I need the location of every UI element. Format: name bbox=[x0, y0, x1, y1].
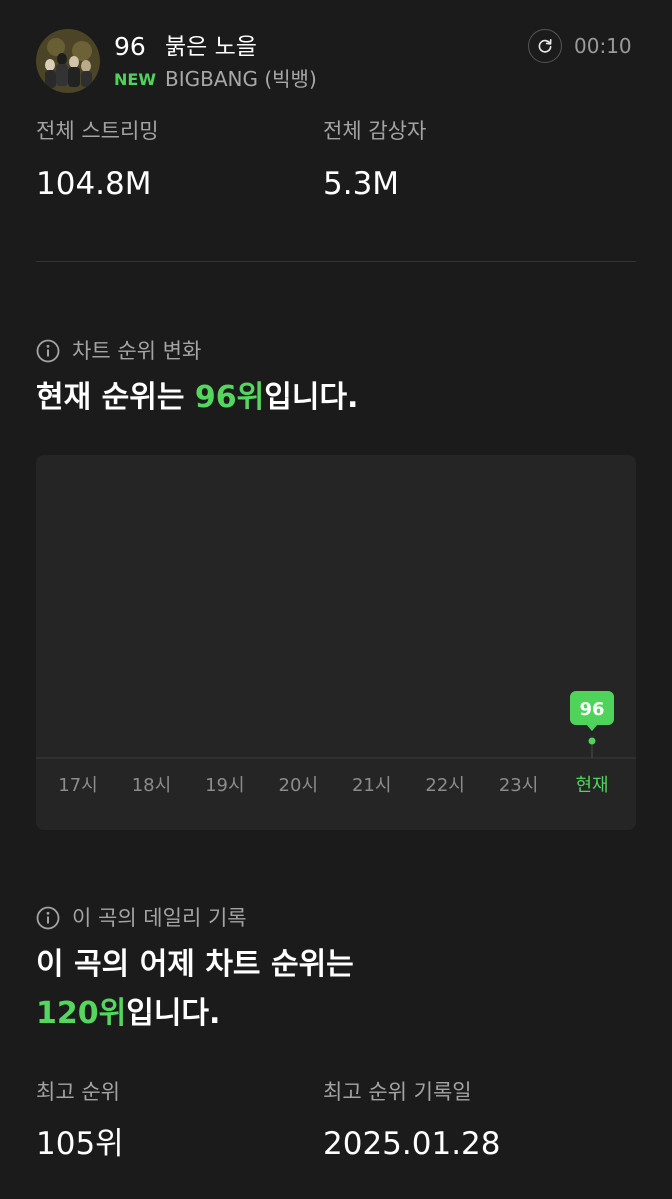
total-listeners-label: 전체 감상자 bbox=[323, 119, 427, 143]
refresh-button[interactable] bbox=[528, 29, 562, 63]
data-point bbox=[588, 737, 596, 745]
best-rank-value: 105위 bbox=[36, 1126, 124, 1162]
headline-prefix: 현재 순위는 bbox=[36, 380, 195, 415]
total-listeners-value: 5.3M bbox=[323, 166, 400, 202]
yesterday-rank-highlight: 120위 bbox=[36, 996, 127, 1031]
x-tick: 17시 bbox=[58, 775, 97, 796]
total-streams-label: 전체 스트리밍 bbox=[36, 119, 159, 143]
chart-detail-page: 96 붉은 노을 NEW BIGBANG (빅뱅) 00:10 전체 스트리밍 … bbox=[0, 0, 672, 1199]
album-cover-image bbox=[36, 29, 100, 93]
current-rank-headline: 현재 순위는 96위입니다. bbox=[36, 376, 358, 420]
refresh-timer: 00:10 bbox=[574, 34, 632, 58]
refresh-icon bbox=[538, 39, 552, 53]
divider bbox=[36, 261, 636, 262]
x-tick: 18시 bbox=[132, 775, 171, 796]
x-tick-current: 현재 bbox=[575, 775, 608, 796]
best-rank-date-label: 최고 순위 기록일 bbox=[323, 1080, 472, 1104]
info-icon[interactable] bbox=[36, 339, 60, 363]
rank-chart: 17시 18시 19시 20시 21시 22시 23시 현재 96 bbox=[36, 455, 636, 830]
best-rank-label: 최고 순위 bbox=[36, 1080, 120, 1104]
rank-change-label: 차트 순위 변화 bbox=[72, 339, 202, 363]
x-tick: 23시 bbox=[499, 775, 538, 796]
album-cover[interactable] bbox=[36, 29, 100, 93]
headline-suffix: 입니다. bbox=[126, 996, 221, 1031]
artist-name[interactable]: BIGBANG (빅뱅) bbox=[165, 67, 317, 91]
x-tick: 22시 bbox=[425, 775, 464, 796]
daily-record-label: 이 곡의 데일리 기록 bbox=[72, 906, 247, 930]
yesterday-rank-headline-line2: 120위입니다. bbox=[36, 992, 220, 1036]
info-icon[interactable] bbox=[36, 906, 60, 930]
rank-tooltip-pointer bbox=[586, 724, 598, 731]
x-tick: 20시 bbox=[279, 775, 318, 796]
total-streams-value: 104.8M bbox=[36, 166, 152, 202]
rank-change-section-title[interactable]: 차트 순위 변화 bbox=[36, 337, 201, 365]
track-title[interactable]: 붉은 노을 bbox=[165, 31, 257, 63]
track-rank: 96 bbox=[114, 32, 146, 61]
rank-chart-svg: 17시 18시 19시 20시 21시 22시 23시 현재 96 bbox=[36, 691, 636, 796]
track-header: 96 붉은 노을 NEW BIGBANG (빅뱅) 00:10 bbox=[36, 27, 636, 93]
x-tick: 21시 bbox=[352, 775, 391, 796]
yesterday-rank-headline-line1: 이 곡의 어제 차트 순위는 bbox=[36, 947, 354, 982]
new-badge: NEW bbox=[114, 70, 156, 89]
headline-suffix: 입니다. bbox=[264, 380, 359, 415]
current-rank-highlight: 96위 bbox=[194, 380, 265, 415]
x-tick: 19시 bbox=[205, 775, 244, 796]
best-rank-date-value: 2025.01.28 bbox=[323, 1126, 501, 1162]
rank-tooltip-label: 96 bbox=[579, 699, 604, 720]
daily-record-section-title[interactable]: 이 곡의 데일리 기록 bbox=[36, 904, 247, 932]
